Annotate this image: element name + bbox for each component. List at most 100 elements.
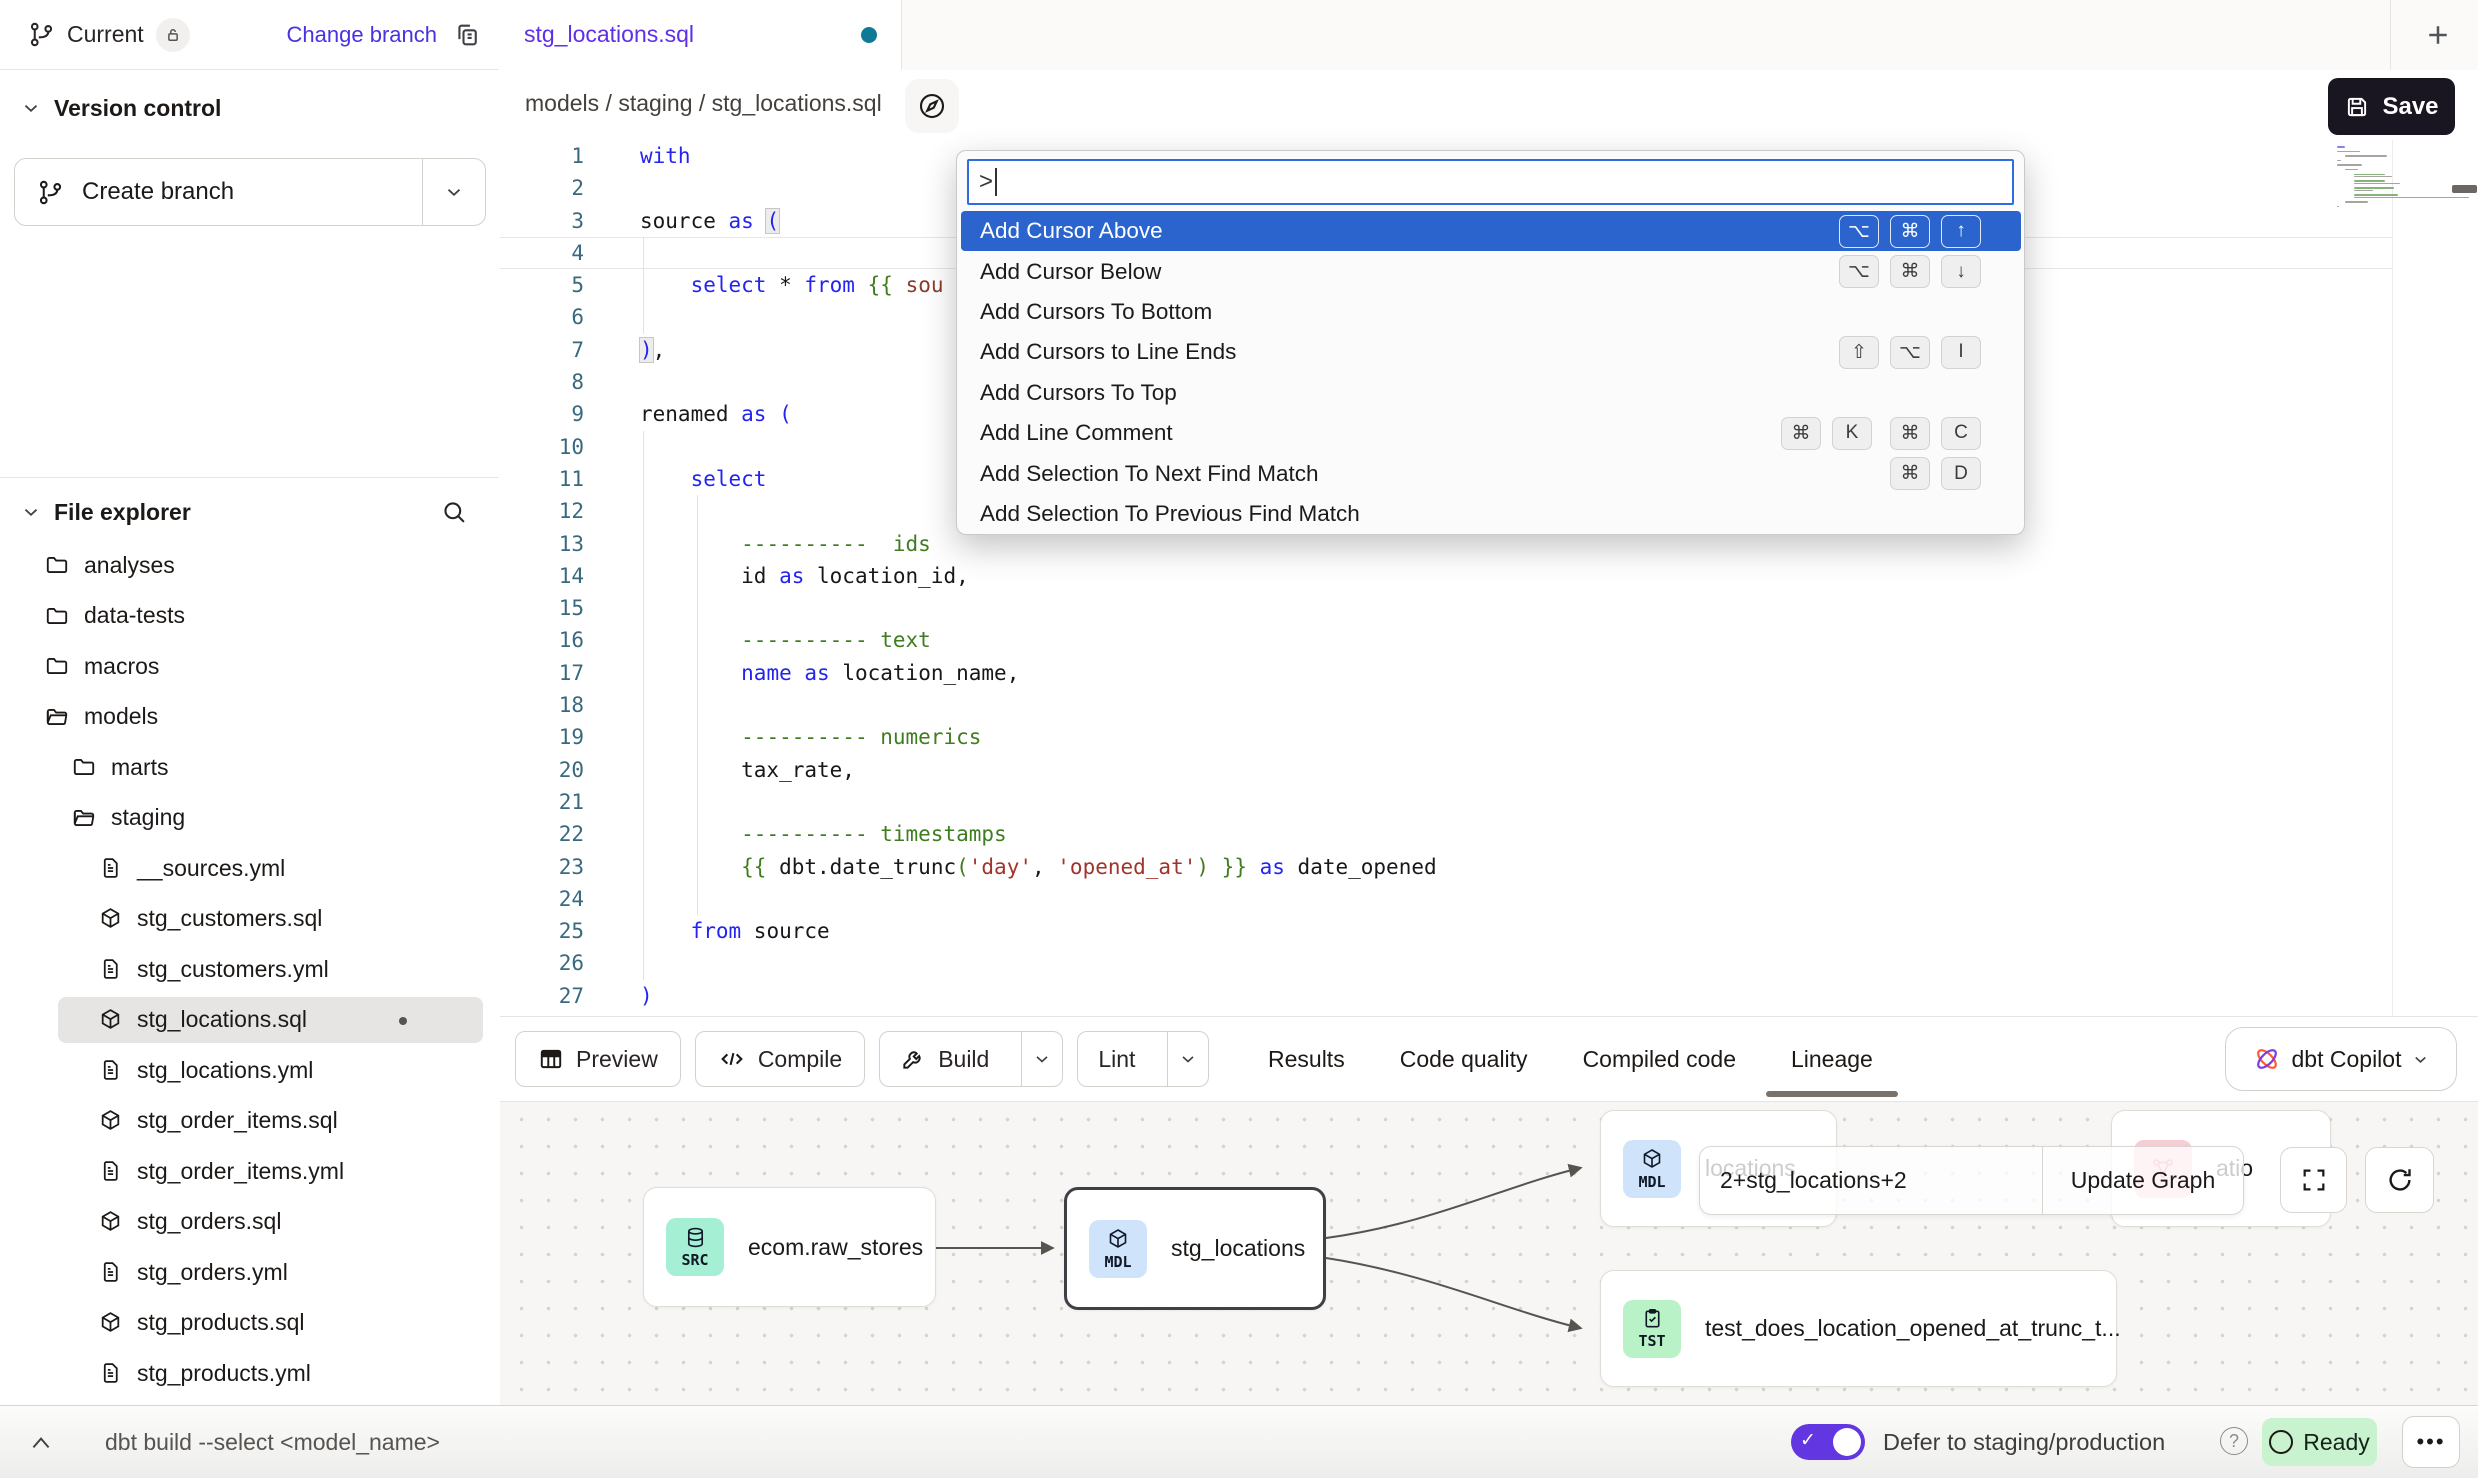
file-tree-item-marts[interactable]: marts xyxy=(0,742,499,793)
node-label: stg_locations xyxy=(1171,1235,1305,1262)
panel-tab-compiled-code[interactable]: Compiled code xyxy=(1583,1017,1736,1101)
minimap[interactable] xyxy=(2337,146,2457,208)
fullscreen-button[interactable] xyxy=(2280,1147,2347,1213)
code-line-19[interactable]: ---------- numerics xyxy=(640,721,1437,753)
dbt-copilot-button[interactable]: dbt Copilot xyxy=(2225,1027,2457,1091)
search-icon[interactable] xyxy=(440,498,468,526)
lineage-node-stg-locations[interactable]: MDL stg_locations xyxy=(1064,1187,1326,1310)
file-tree-item-stg_locations-sql[interactable]: stg_locations.sql xyxy=(0,995,499,1046)
compile-button[interactable]: Compile xyxy=(695,1031,865,1087)
command-palette-input[interactable]: > xyxy=(967,159,2014,205)
model-icon xyxy=(98,1007,123,1032)
defer-label: Defer to staging/production xyxy=(1883,1406,2165,1478)
file-name: stg_orders.yml xyxy=(137,1259,288,1286)
line-number: 10 xyxy=(500,431,584,463)
update-graph-button[interactable]: Update Graph xyxy=(2042,1147,2243,1214)
compass-icon[interactable] xyxy=(905,79,959,133)
action-toolbar: Preview Compile Build xyxy=(500,1016,2478,1102)
code-line-16[interactable]: ---------- text xyxy=(640,624,1437,656)
preview-button[interactable]: Preview xyxy=(515,1031,681,1087)
create-branch-main[interactable]: Create branch xyxy=(15,159,422,225)
line-number-gutter: 1234567891011121314151617181920212223242… xyxy=(500,140,584,1012)
code-line-24[interactable] xyxy=(640,883,1437,915)
shortcut-keys: ⌥⌘↓ xyxy=(1821,255,1981,288)
file-tree-item-stg_customers-sql[interactable]: stg_customers.sql xyxy=(0,894,499,945)
code-line-21[interactable] xyxy=(640,786,1437,818)
code-line-26[interactable] xyxy=(640,947,1437,979)
palette-item-add-cursors-to-top[interactable]: Add Cursors To Top xyxy=(961,373,2021,413)
defer-toggle[interactable]: ✓ xyxy=(1791,1424,1865,1460)
lineage-selector-value: 2+stg_locations+2 xyxy=(1720,1167,1907,1194)
code-line-14[interactable]: id as location_id, xyxy=(640,560,1437,592)
code-line-17[interactable]: name as location_name, xyxy=(640,657,1437,689)
new-tab-button[interactable] xyxy=(2423,20,2453,50)
file-tree-item-data-tests[interactable]: data-tests xyxy=(0,591,499,642)
build-button[interactable]: Build xyxy=(879,1031,1063,1087)
file-tree-item-__sources-yml[interactable]: __sources.yml xyxy=(0,843,499,894)
file-tree-item-stg_locations-yml[interactable]: stg_locations.yml xyxy=(0,1045,499,1096)
palette-item-add-selection-to-next-find-match[interactable]: Add Selection To Next Find Match⌘D xyxy=(961,453,2021,493)
file-tree-item-analyses[interactable]: analyses xyxy=(0,540,499,591)
palette-item-add-cursor-above[interactable]: Add Cursor Above⌥⌘↑ xyxy=(961,211,2021,251)
copy-icon[interactable] xyxy=(453,21,481,49)
change-branch-link[interactable]: Change branch xyxy=(287,22,437,48)
ready-status-button[interactable]: Ready xyxy=(2262,1418,2377,1466)
panel-tab-lineage[interactable]: Lineage xyxy=(1791,1017,1873,1101)
help-icon[interactable]: ? xyxy=(2220,1427,2248,1455)
file-tree-item-stg_products-yml[interactable]: stg_products.yml xyxy=(0,1348,499,1399)
lineage-node-ecom-raw-stores[interactable]: SRC ecom.raw_stores xyxy=(643,1187,936,1307)
lint-button[interactable]: Lint xyxy=(1077,1031,1209,1087)
folder-icon xyxy=(44,552,70,578)
line-number: 22 xyxy=(500,818,584,850)
code-line-18[interactable] xyxy=(640,689,1437,721)
file-tree-item-stg_orders-sql[interactable]: stg_orders.sql xyxy=(0,1197,499,1248)
tab-stg-locations[interactable]: stg_locations.sql xyxy=(500,0,902,70)
palette-item-add-cursors-to-bottom[interactable]: Add Cursors To Bottom xyxy=(961,292,2021,332)
code-line-23[interactable]: {{ dbt.date_trunc('day', 'opened_at') }}… xyxy=(640,851,1437,883)
panel-tab-results[interactable]: Results xyxy=(1268,1017,1345,1101)
create-branch-dropdown[interactable] xyxy=(422,159,485,225)
panel-tab-code-quality[interactable]: Code quality xyxy=(1400,1017,1528,1101)
lint-label: Lint xyxy=(1098,1046,1135,1073)
file-tree-item-stg_products-sql[interactable]: stg_products.sql xyxy=(0,1298,499,1349)
command-palette-list: Add Cursor Above⌥⌘↑Add Cursor Below⌥⌘↓Ad… xyxy=(961,211,2021,534)
file-tree-item-stg_order_items-sql[interactable]: stg_order_items.sql xyxy=(0,1096,499,1147)
lineage-canvas[interactable]: MDL locations atio SRC ecom.raw_stores M… xyxy=(500,1102,2478,1405)
lineage-node-test[interactable]: TST test_does_location_opened_at_trunc_t… xyxy=(1600,1270,2117,1387)
code-line-25[interactable]: from source xyxy=(640,915,1437,947)
code-line-27[interactable]: ) xyxy=(640,980,1437,1012)
more-options-button[interactable]: ••• xyxy=(2402,1416,2460,1468)
lint-button-main[interactable]: Lint xyxy=(1078,1032,1155,1086)
minimap-line xyxy=(2345,155,2387,157)
palette-item-add-cursor-below[interactable]: Add Cursor Below⌥⌘↓ xyxy=(961,251,2021,291)
keycap: ⌘ xyxy=(1890,215,1930,248)
file-tree-item-stg_customers-yml[interactable]: stg_customers.yml xyxy=(0,944,499,995)
file-name: marts xyxy=(111,754,169,781)
lineage-selector-input[interactable]: 2+stg_locations+2 xyxy=(1700,1147,2042,1214)
code-line-20[interactable]: tax_rate, xyxy=(640,754,1437,786)
file-tree-item-models[interactable]: models xyxy=(0,692,499,743)
build-dropdown[interactable] xyxy=(1021,1032,1062,1086)
palette-item-add-selection-to-previous-find-match[interactable]: Add Selection To Previous Find Match xyxy=(961,494,2021,534)
create-branch-button[interactable]: Create branch xyxy=(14,158,486,226)
file-tree-item-stg_order_items-yml[interactable]: stg_order_items.yml xyxy=(0,1146,499,1197)
dbt-copilot-label: dbt Copilot xyxy=(2292,1046,2402,1073)
cli-command-text[interactable]: dbt build --select <model_name> xyxy=(105,1406,440,1478)
code-line-15[interactable] xyxy=(640,592,1437,624)
version-control-header[interactable]: Version control xyxy=(20,88,221,128)
file-tree-item-stg_orders-yml[interactable]: stg_orders.yml xyxy=(0,1247,499,1298)
file-tree-item-macros[interactable]: macros xyxy=(0,641,499,692)
build-button-main[interactable]: Build xyxy=(880,1032,1009,1086)
keycap: K xyxy=(1832,417,1872,450)
palette-item-add-line-comment[interactable]: Add Line Comment⌘K⌘C xyxy=(961,413,2021,453)
file-explorer-header[interactable]: File explorer xyxy=(20,492,480,532)
save-button[interactable]: Save xyxy=(2328,78,2455,135)
lint-dropdown[interactable] xyxy=(1167,1032,1208,1086)
text-cursor xyxy=(995,168,997,196)
code-line-22[interactable]: ---------- timestamps xyxy=(640,818,1437,850)
file-tree-item-staging[interactable]: staging xyxy=(0,793,499,844)
file-name: macros xyxy=(84,653,159,680)
palette-item-add-cursors-to-line-ends[interactable]: Add Cursors to Line Ends⇧⌥I xyxy=(961,332,2021,372)
refresh-button[interactable] xyxy=(2365,1147,2434,1213)
chevron-up-icon[interactable] xyxy=(28,1432,54,1454)
